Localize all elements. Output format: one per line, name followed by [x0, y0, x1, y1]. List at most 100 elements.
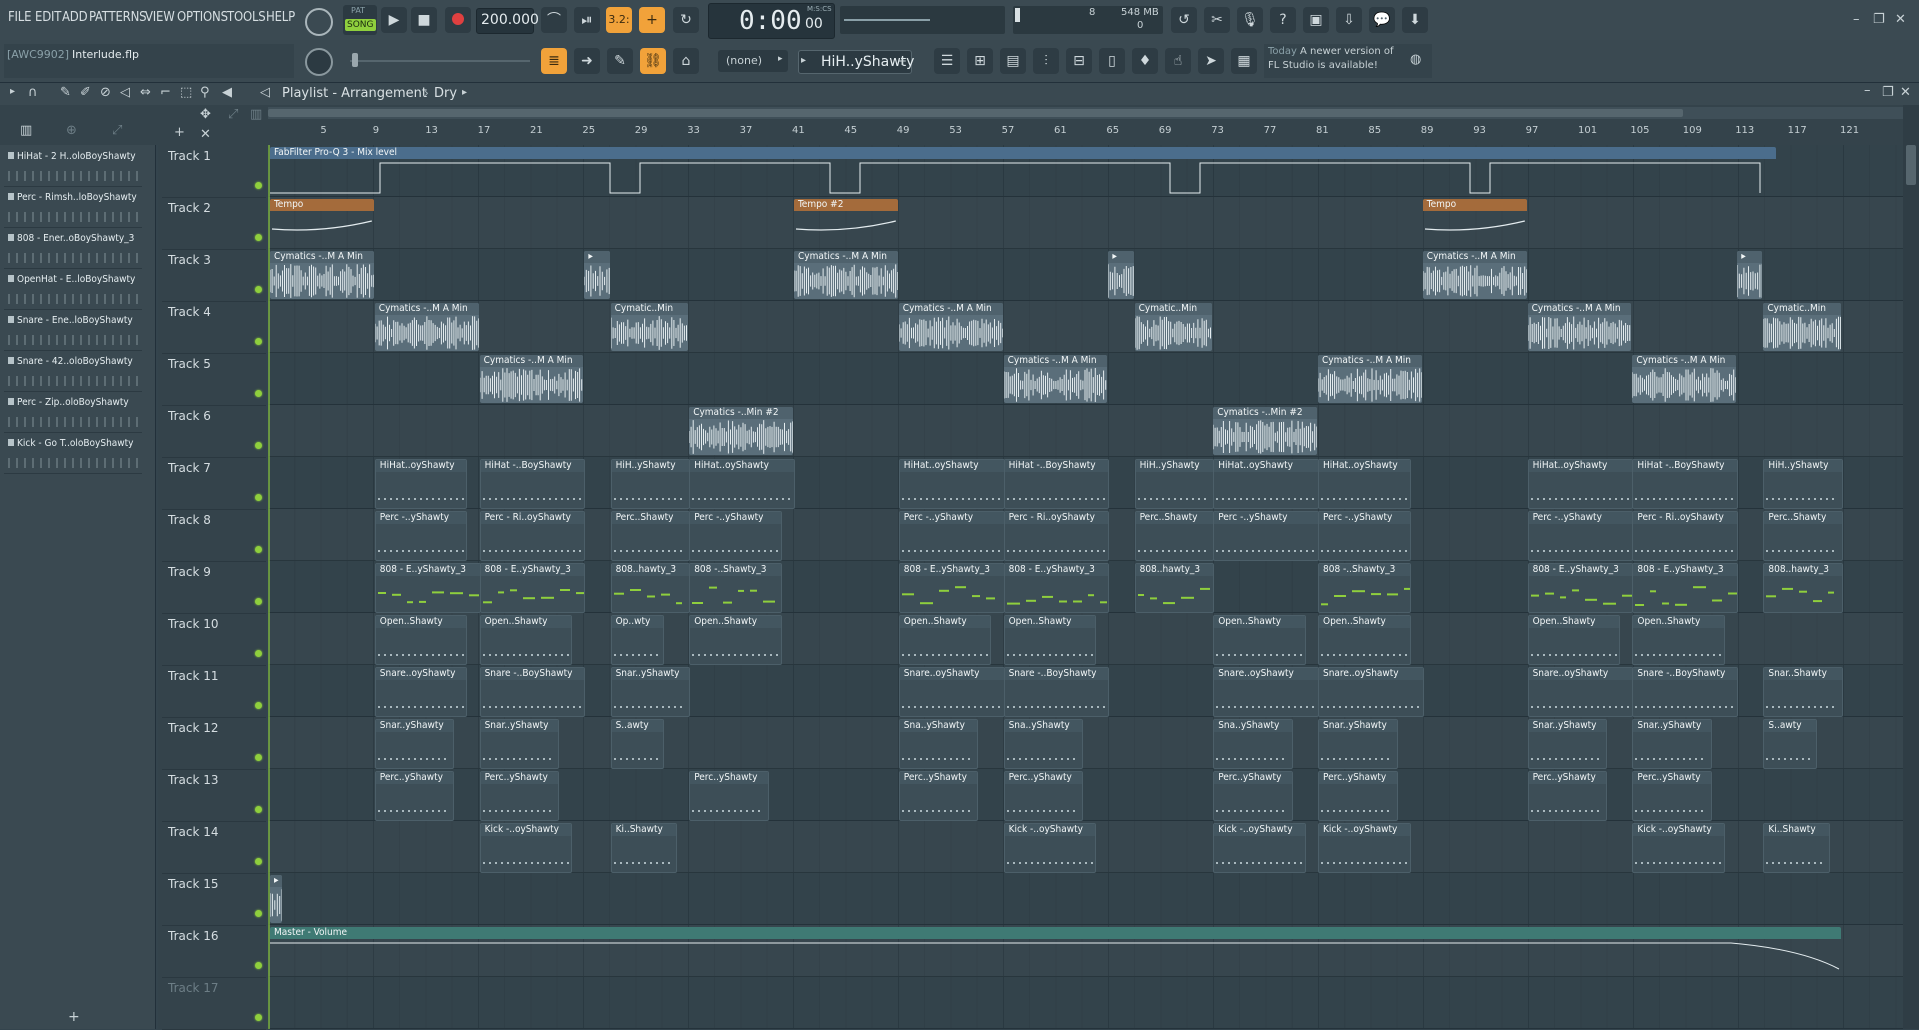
- picker-item[interactable]: Perc - Rimsh..loBoyShawty: [4, 190, 142, 228]
- pattern-clip[interactable]: Snare..oyShawty: [898, 667, 1005, 717]
- pattern-clip[interactable]: 808 - E..yShawty_3: [1527, 563, 1634, 613]
- grid-icon[interactable]: ▥: [250, 107, 262, 122]
- pattern-clip[interactable]: 808 -..Shawty_3: [1318, 563, 1411, 613]
- picker-item[interactable]: OpenHat - E..loBoyShawty: [4, 272, 142, 310]
- stamp-icon[interactable]: ⌂: [673, 48, 699, 74]
- menu-file[interactable]: FILE: [8, 10, 31, 25]
- pat-song-switch[interactable]: PAT SONG: [343, 5, 377, 35]
- audio-clip[interactable]: Cymatics -..M A Min: [898, 303, 1003, 351]
- metronome-button[interactable]: ⌒: [541, 7, 567, 33]
- pattern-clip[interactable]: Snare -..BoyShawty: [1632, 667, 1739, 717]
- menu-edit[interactable]: EDIT: [35, 10, 61, 25]
- track-lane[interactable]: [268, 405, 1903, 457]
- pattern-clip[interactable]: Open..Shawty: [374, 615, 468, 665]
- pattern-clip[interactable]: Snar..yShawty: [1318, 719, 1398, 769]
- pattern-clip[interactable]: Snare -..BoyShawty: [1003, 667, 1110, 717]
- track-header[interactable]: Track 1: [162, 145, 266, 198]
- slider-handle[interactable]: [352, 53, 358, 67]
- pattern-clip[interactable]: HiHat..oyShawty: [1527, 459, 1634, 509]
- channel-rack-icon[interactable]: ▤: [1000, 48, 1026, 74]
- track-mute-led[interactable]: [255, 182, 262, 189]
- playlist-icon[interactable]: ☰: [934, 48, 960, 74]
- export-icon[interactable]: ⇩: [1336, 7, 1362, 33]
- audio-clip[interactable]: Cymatics -..M A Min: [479, 355, 584, 403]
- track-mute-led[interactable]: [255, 598, 262, 605]
- zoom-tool-icon[interactable]: ⚲: [200, 85, 210, 100]
- pattern-clip[interactable]: Perc - Ri..oyShawty: [479, 511, 586, 561]
- pattern-clip[interactable]: HiHat -..BoyShawty: [1632, 459, 1739, 509]
- picker-item[interactable]: Kick - Go T..oloBoyShawty: [4, 436, 142, 474]
- blend-notes-button[interactable]: +: [639, 7, 665, 33]
- pattern-clip[interactable]: 808 -..Shawty_3: [689, 563, 782, 613]
- audio-clip[interactable]: Cymatic..Min: [1134, 303, 1213, 351]
- pattern-clip[interactable]: Snar..yShawty: [1632, 719, 1712, 769]
- pattern-clip[interactable]: Perc -..yShawty: [1527, 511, 1634, 561]
- audio-clip[interactable]: ▸: [584, 251, 610, 299]
- pattern-clip[interactable]: Kick -..oyShawty: [1003, 823, 1097, 873]
- pattern-clip[interactable]: Open..Shawty: [689, 615, 782, 665]
- automation-clip[interactable]: Tempo: [1422, 199, 1527, 247]
- pattern-clip[interactable]: Snar..Shawty: [1763, 667, 1843, 717]
- time-display[interactable]: 0:00 00 M:S:CS: [708, 3, 835, 39]
- pattern-clip[interactable]: Perc..yShawty: [1213, 771, 1293, 821]
- pattern-clip[interactable]: 808 - E..yShawty_3: [1003, 563, 1110, 613]
- playback-tool-icon[interactable]: ◀: [222, 85, 232, 100]
- record-button[interactable]: [445, 7, 471, 33]
- pattern-clip[interactable]: Perc..yShawty: [1527, 771, 1608, 821]
- pattern-clip[interactable]: HiHat..oyShawty: [1318, 459, 1411, 509]
- pattern-clip[interactable]: Perc..Shawty: [1134, 511, 1215, 561]
- pattern-clip[interactable]: Snare..oyShawty: [1318, 667, 1424, 717]
- pattern-clip[interactable]: Perc -..yShawty: [1213, 511, 1319, 561]
- pattern-clip[interactable]: Perc..yShawty: [1318, 771, 1398, 821]
- pattern-clip[interactable]: Open..Shawty: [1527, 615, 1621, 665]
- pattern-clip[interactable]: HiHat..oyShawty: [898, 459, 1005, 509]
- audio-clip[interactable]: Cymatics -..M A Min: [794, 251, 898, 299]
- playlist-close-icon[interactable]: ✕: [1900, 85, 1911, 100]
- track-lane[interactable]: [268, 197, 1903, 249]
- scrollbar-thumb[interactable]: [268, 109, 1683, 117]
- pattern-clip[interactable]: Open..Shawty: [479, 615, 573, 665]
- audio-clip[interactable]: Cymatics -..M A Min: [1632, 355, 1737, 403]
- pattern-clip[interactable]: HiHat -..BoyShawty: [1003, 459, 1110, 509]
- pattern-clip[interactable]: Snare..oyShawty: [374, 667, 468, 717]
- slip-tool-icon[interactable]: ⇔: [140, 85, 151, 100]
- audio-clip[interactable]: Cymatics -..M A Min: [270, 251, 374, 299]
- track-header[interactable]: Track 4: [162, 301, 266, 354]
- loop-record-button[interactable]: ↻: [673, 7, 699, 33]
- add-picker-icon[interactable]: +: [68, 1009, 80, 1025]
- audio-clip[interactable]: Cymatics -..M A Min: [1318, 355, 1422, 403]
- download-icon[interactable]: ⬇: [1402, 7, 1428, 33]
- link-icon[interactable]: ⛓: [640, 48, 666, 74]
- microphone-icon[interactable]: 🎙: [1237, 7, 1263, 33]
- pattern-clip[interactable]: HiHat..oyShawty: [1213, 459, 1319, 509]
- pattern-clip[interactable]: Ki..Shawty: [1763, 823, 1830, 873]
- pattern-clip[interactable]: Kick -..oyShawty: [1213, 823, 1306, 873]
- minimize-icon[interactable]: –: [1853, 12, 1860, 27]
- track-mute-led[interactable]: [255, 442, 262, 449]
- pattern-clip[interactable]: Kick -..oyShawty: [1318, 823, 1411, 873]
- pattern-selector[interactable]: ▸ HiH..yShawty +: [798, 50, 914, 74]
- track-mute-led[interactable]: [255, 390, 262, 397]
- menu-add[interactable]: ADD: [62, 10, 88, 25]
- audio-clip[interactable]: ▸: [270, 875, 283, 923]
- pattern-clip[interactable]: Open..Shawty: [1632, 615, 1726, 665]
- position-slider[interactable]: [350, 60, 530, 62]
- track-mute-led[interactable]: [255, 806, 262, 813]
- pattern-clip[interactable]: Open..Shawty: [898, 615, 992, 665]
- pattern-clip[interactable]: Open..Shawty: [1213, 615, 1306, 665]
- picker-item[interactable]: Snare - Ene..loBoyShawty: [4, 313, 142, 351]
- pattern-clip[interactable]: Kick -..oyShawty: [479, 823, 573, 873]
- piano-roll-view-icon[interactable]: ⊞: [967, 48, 993, 74]
- master-pitch-knob[interactable]: [305, 48, 333, 76]
- pattern-clip[interactable]: Kick -..oyShawty: [1632, 823, 1726, 873]
- pattern-clip[interactable]: S..awty: [1763, 719, 1817, 769]
- browser-icon[interactable]: ⊟: [1066, 48, 1092, 74]
- playlist-minimize-icon[interactable]: –: [1864, 83, 1871, 98]
- pattern-clip[interactable]: Snar..yShawty: [374, 719, 455, 769]
- pattern-clip[interactable]: Perc - Ri..oyShawty: [1632, 511, 1739, 561]
- pattern-clip[interactable]: Sna..yShawty: [1213, 719, 1293, 769]
- track-header[interactable]: Track 12: [162, 717, 266, 770]
- delete-tool-icon[interactable]: ⊘: [100, 85, 111, 100]
- tempo-display[interactable]: 200.000: [476, 8, 539, 34]
- pattern-icon[interactable]: ⊕: [66, 123, 77, 138]
